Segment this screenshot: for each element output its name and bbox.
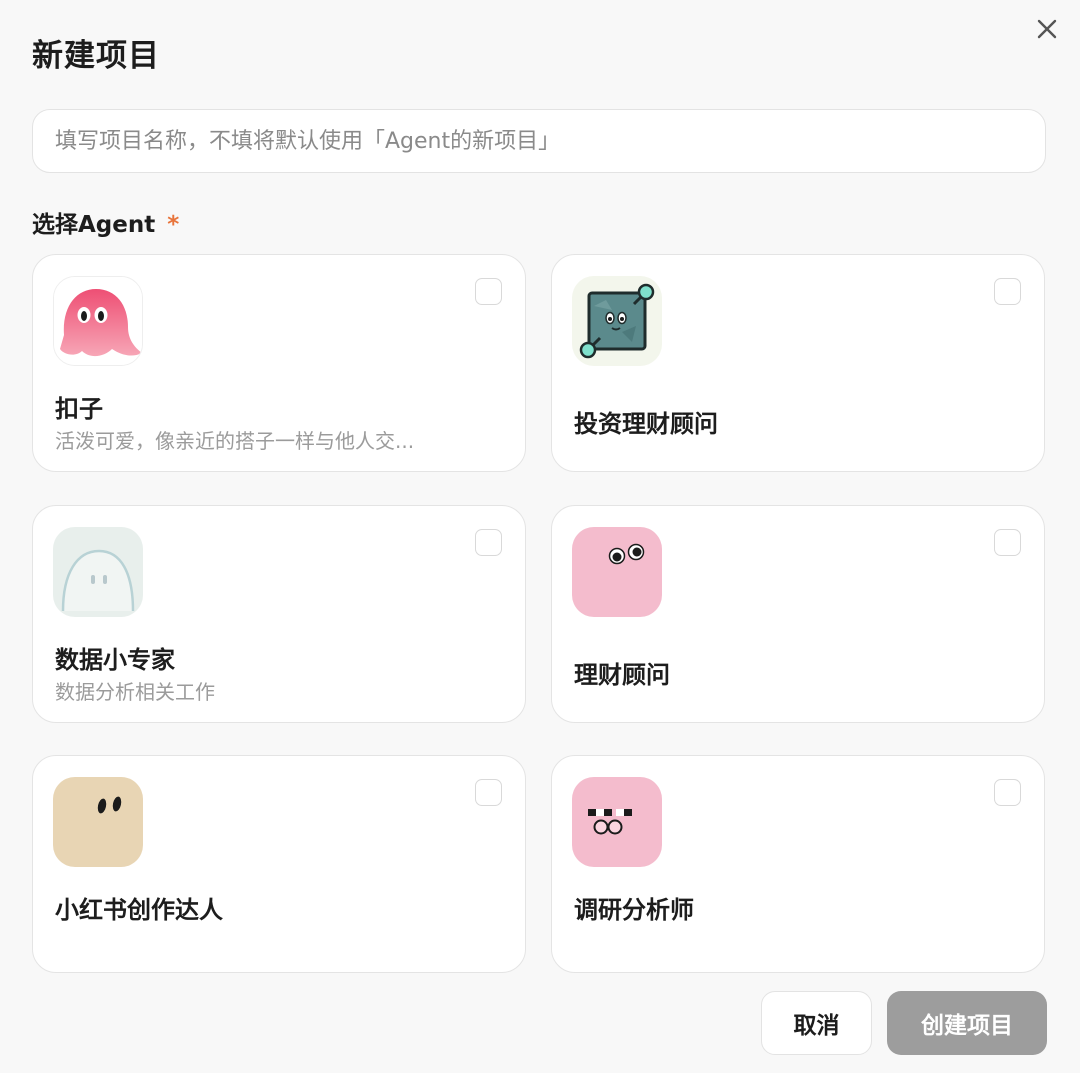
agent-card-koudzi[interactable]: 扣子 活泼可爱，像亲近的搭子一样与他人交... [32, 254, 526, 472]
agent-name: 调研分析师 [574, 896, 694, 924]
agent-checkbox[interactable] [475, 278, 502, 305]
project-name-input[interactable] [32, 109, 1046, 173]
agent-name: 扣子 [55, 395, 103, 423]
agent-name: 理财顾问 [574, 661, 670, 689]
cancel-button[interactable]: 取消 [761, 991, 872, 1055]
close-icon[interactable] [1030, 12, 1064, 46]
agent-card-data-expert[interactable]: 数据小专家 数据分析相关工作 [32, 505, 526, 723]
agent-name: 投资理财顾问 [574, 410, 718, 438]
agent-checkbox[interactable] [994, 278, 1021, 305]
dialog-title: 新建项目 [32, 38, 160, 74]
agent-description: 活泼可爱，像亲近的搭子一样与他人交... [55, 429, 415, 453]
agent-card-finance-advisor[interactable]: 理财顾问 [551, 505, 1045, 723]
agent-card-research-analyst[interactable]: 调研分析师 [551, 755, 1045, 973]
agent-card-xiaohongshu-creator[interactable]: 小红书创作达人 [32, 755, 526, 973]
agent-checkbox[interactable] [994, 779, 1021, 806]
pink-blob-avatar-icon [572, 527, 662, 617]
agent-checkbox[interactable] [475, 529, 502, 556]
agent-checkbox[interactable] [994, 529, 1021, 556]
agent-section-label: 选择Agent * [32, 205, 179, 239]
beige-blob-avatar-icon [53, 777, 143, 867]
teal-square-avatar-icon [572, 276, 662, 366]
required-mark: * [167, 212, 180, 238]
agent-section-title: 选择Agent [32, 212, 156, 238]
new-project-dialog: 新建项目 选择Agent * [0, 0, 1080, 1073]
agent-name: 数据小专家 [55, 646, 175, 674]
pink-glasses-avatar-icon [572, 777, 662, 867]
pale-ghost-avatar-icon [53, 527, 143, 617]
agent-name: 小红书创作达人 [55, 896, 223, 924]
agent-description: 数据分析相关工作 [55, 680, 215, 704]
pink-ghost-avatar-icon [53, 276, 143, 366]
create-project-button[interactable]: 创建项目 [887, 991, 1047, 1055]
agent-checkbox[interactable] [475, 779, 502, 806]
agent-card-investment-advisor[interactable]: 投资理财顾问 [551, 254, 1045, 472]
